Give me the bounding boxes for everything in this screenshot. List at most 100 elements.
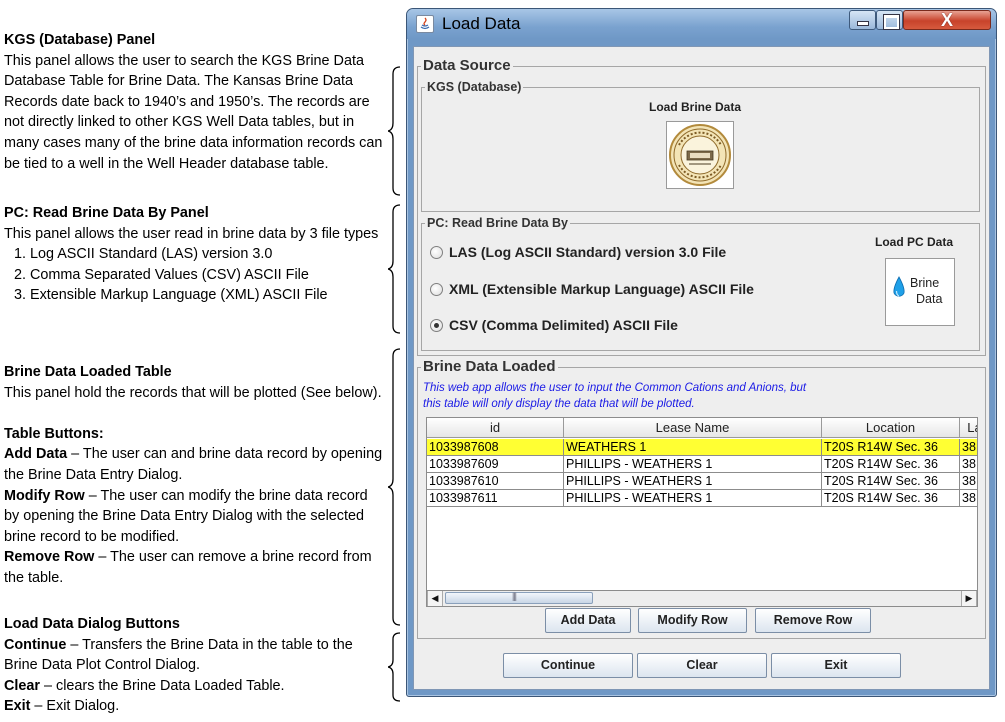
cell-id[interactable]: 1033987609 — [427, 456, 564, 473]
cell-latitude[interactable]: 38.2 — [960, 439, 977, 456]
doc-pc-heading: PC: Read Brine Data By Panel — [4, 205, 209, 221]
doc-dialog-section: Load Data Dialog Buttons Continue – Tran… — [4, 614, 384, 717]
scroll-left-arrow-icon[interactable]: ◀ — [427, 591, 443, 606]
cell-latitude[interactable]: 38.2 — [960, 490, 977, 507]
radio-csv-label: CSV (Comma Delimited) ASCII File — [449, 317, 678, 333]
cell-location[interactable]: T20S R14W Sec. 36 — [822, 456, 960, 473]
column-header-lease-name[interactable]: Lease Name — [564, 418, 822, 438]
doc-modify-item: Modify Row – The user can modify the bri… — [4, 486, 384, 548]
doc-kgs-text: This panel allows the user to search the… — [4, 52, 383, 172]
dialog-content: Data Source KGS (Database) Load Brine Da… — [413, 46, 990, 690]
load-pc-data-button[interactable]: Brine Data — [885, 258, 955, 326]
doc-clear-item: Clear – clears the Brine Data Loaded Tab… — [4, 676, 384, 697]
load-pc-data-label: Load PC Data — [875, 235, 954, 249]
doc-kgs-heading: KGS (Database) Panel — [4, 32, 156, 48]
cell-lease-name[interactable]: PHILLIPS - WEATHERS 1 — [564, 490, 822, 507]
scrollbar-thumb[interactable] — [445, 591, 593, 604]
doc-pc-list-item: Extensible Markup Language (XML) ASCII F… — [30, 285, 384, 306]
table-header: id Lease Name Location La — [427, 418, 977, 438]
continue-button[interactable]: Continue — [503, 653, 633, 678]
exit-button[interactable]: Exit — [771, 653, 901, 678]
doc-buttons-heading: Table Buttons: — [4, 425, 104, 442]
scroll-right-arrow-icon[interactable]: ▶ — [961, 591, 977, 606]
clear-button[interactable]: Clear — [637, 653, 767, 678]
doc-continue-term: Continue — [4, 636, 67, 653]
kgs-load-button[interactable] — [666, 121, 734, 189]
load-data-window: Load Data X Data Source KGS (Database) L… — [406, 8, 997, 697]
doc-clear-term: Clear — [4, 677, 40, 694]
table-row[interactable]: 1033987608 WEATHERS 1 T20S R14W Sec. 36 … — [427, 439, 977, 456]
doc-modify-term: Modify Row — [4, 487, 85, 504]
cell-location[interactable]: T20S R14W Sec. 36 — [822, 473, 960, 490]
remove-row-button[interactable]: Remove Row — [755, 608, 871, 633]
table-row[interactable]: 1033987611 PHILLIPS - WEATHERS 1 T20S R1… — [427, 490, 977, 507]
doc-table-section: Brine Data Loaded Table This panel hold … — [4, 362, 384, 589]
radio-xml-option[interactable]: XML (Extensible Markup Language) ASCII F… — [430, 281, 754, 297]
cell-id[interactable]: 1033987611 — [427, 490, 564, 507]
doc-exit-desc: – Exit Dialog. — [30, 698, 120, 715]
kgs-database-legend: KGS (Database) — [425, 80, 524, 94]
cell-latitude[interactable]: 38.2 — [960, 473, 977, 490]
radio-xml[interactable] — [430, 282, 443, 296]
cell-lease-name[interactable]: PHILLIPS - WEATHERS 1 — [564, 456, 822, 473]
brace-pc — [388, 204, 401, 334]
brine-data-loaded-legend: Brine Data Loaded — [421, 358, 558, 375]
modify-row-button[interactable]: Modify Row — [638, 608, 747, 633]
water-drop-icon — [893, 276, 905, 297]
doc-dialog-heading: Load Data Dialog Buttons — [4, 616, 180, 632]
cell-lease-name[interactable]: WEATHERS 1 — [564, 439, 822, 456]
table-row[interactable]: 1033987609 PHILLIPS - WEATHERS 1 T20S R1… — [427, 456, 977, 473]
radio-csv[interactable] — [430, 318, 443, 332]
window-title: Load Data — [442, 14, 521, 33]
cell-id[interactable]: 1033987610 — [427, 473, 564, 490]
table-horizontal-scrollbar[interactable]: ◀ ▶ — [426, 590, 978, 607]
doc-pc-list-item: Log ASCII Standard (LAS) version 3.0 — [30, 244, 384, 265]
doc-pc-text: This panel allows the user read in brine… — [4, 225, 379, 242]
brace-kgs — [388, 66, 401, 196]
doc-pc-list-item: Comma Separated Values (CSV) ASCII File — [30, 265, 384, 286]
table-row[interactable]: 1033987610 PHILLIPS - WEATHERS 1 T20S R1… — [427, 473, 977, 490]
pc-read-legend: PC: Read Brine Data By — [425, 216, 571, 230]
column-header-location[interactable]: Location — [822, 418, 960, 438]
doc-exit-term: Exit — [4, 698, 31, 715]
info-note-line1: This web app allows the user to input th… — [423, 382, 807, 394]
pc-read-panel: PC: Read Brine Data By LAS (Log ASCII St… — [421, 216, 980, 351]
cell-latitude[interactable]: 38.2 — [960, 456, 977, 473]
column-header-id[interactable]: id — [427, 418, 564, 438]
data-source-panel: Data Source KGS (Database) Load Brine Da… — [417, 57, 986, 356]
radio-las-option[interactable]: LAS (Log ASCII Standard) version 3.0 Fil… — [430, 244, 726, 260]
kgs-database-panel: KGS (Database) Load Brine Data — [421, 80, 980, 212]
brace-dialog — [388, 632, 401, 702]
brine-data-loaded-panel: Brine Data Loaded This web app allows th… — [417, 358, 986, 639]
maximize-button[interactable] — [876, 10, 903, 30]
info-note-line2: this table will only display the data th… — [423, 398, 695, 410]
cell-location[interactable]: T20S R14W Sec. 36 — [822, 490, 960, 507]
close-button[interactable]: X — [903, 10, 991, 30]
minimize-button[interactable] — [849, 10, 876, 30]
doc-remove-term: Remove Row — [4, 549, 95, 566]
pc-button-line2: Data — [916, 292, 943, 306]
add-data-button[interactable]: Add Data — [545, 608, 631, 633]
close-icon: X — [940, 10, 953, 30]
doc-clear-desc: – clears the Brine Data Loaded Table. — [40, 677, 285, 694]
doc-continue-item: Continue – Transfers the Brine Data in t… — [4, 635, 384, 676]
pc-button-line1: Brine — [910, 276, 940, 290]
doc-table-heading: Brine Data Loaded Table — [4, 364, 172, 380]
radio-las[interactable] — [430, 245, 443, 259]
cell-id[interactable]: 1033987608 — [427, 439, 564, 456]
title-bar[interactable]: Load Data X — [407, 9, 996, 39]
column-header-latitude[interactable]: La — [960, 418, 977, 438]
doc-exit-item: Exit – Exit Dialog. — [4, 696, 384, 717]
radio-csv-option[interactable]: CSV (Comma Delimited) ASCII File — [430, 317, 678, 333]
doc-add-item: Add Data – The user can and brine data r… — [4, 444, 384, 485]
doc-kgs-section: KGS (Database) Panel This panel allows t… — [4, 30, 384, 174]
radio-las-label: LAS (Log ASCII Standard) version 3.0 Fil… — [449, 244, 727, 260]
cell-location[interactable]: T20S R14W Sec. 36 — [822, 439, 960, 456]
kgs-seal-icon — [669, 124, 731, 186]
data-source-legend: Data Source — [421, 57, 513, 74]
doc-remove-item: Remove Row – The user can remove a brine… — [4, 547, 384, 588]
doc-add-term: Add Data — [4, 446, 68, 463]
cell-lease-name[interactable]: PHILLIPS - WEATHERS 1 — [564, 473, 822, 490]
load-brine-data-label: Load Brine Data — [649, 100, 742, 114]
java-app-icon — [416, 15, 434, 33]
